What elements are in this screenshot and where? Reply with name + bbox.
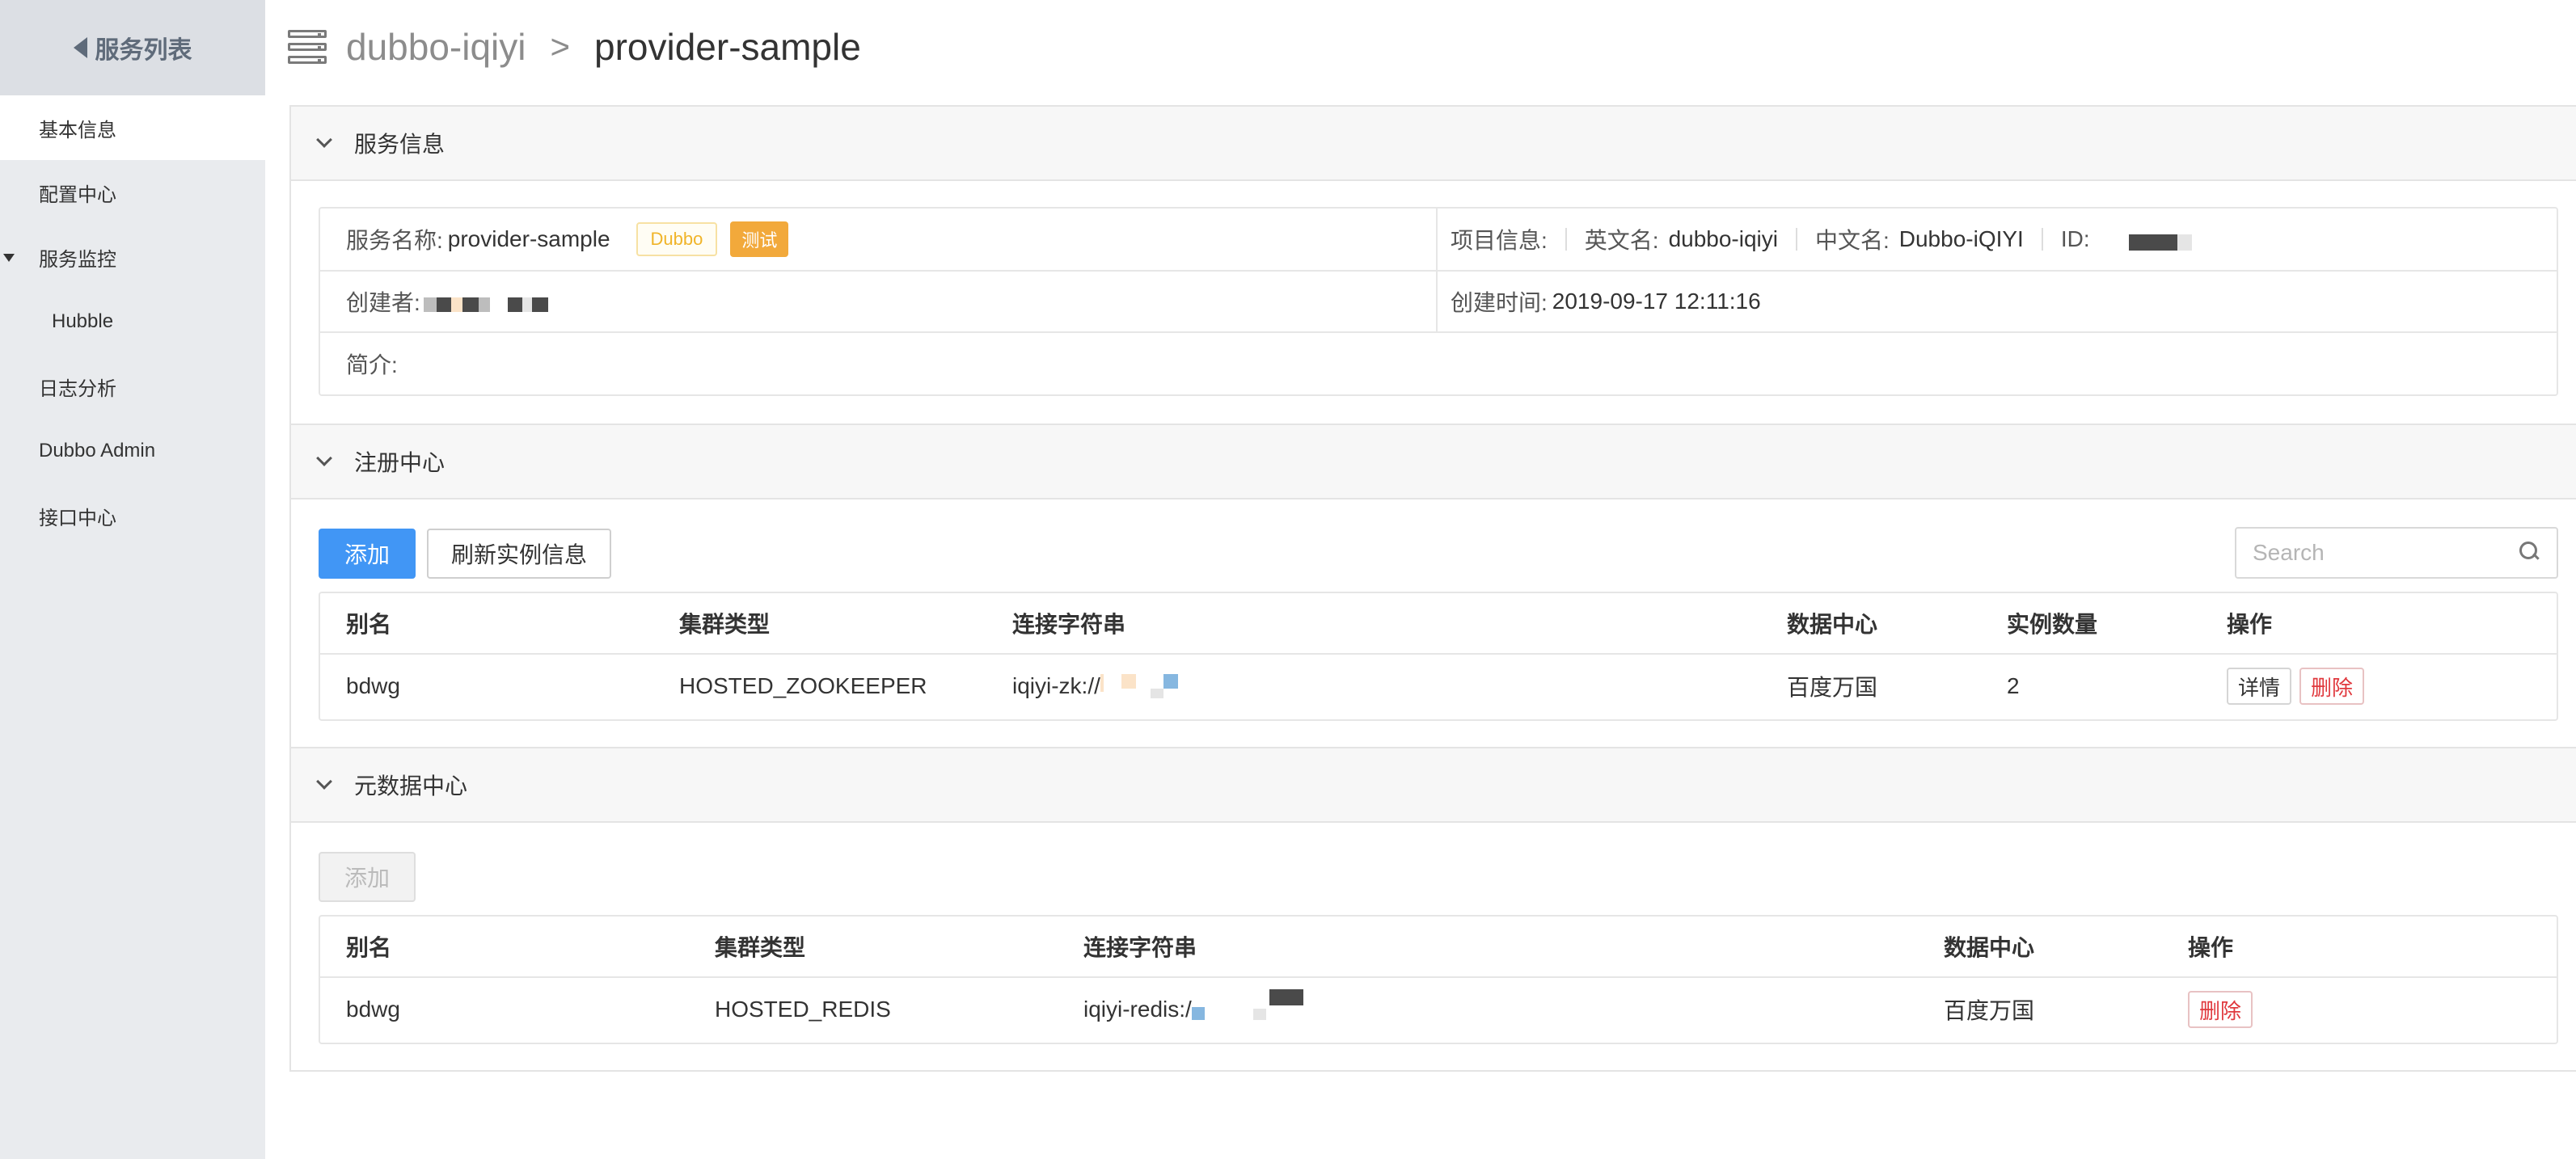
service-name-label: 服务名称: [346, 228, 443, 253]
sidebar-item-basic-info[interactable]: 基本信息 [0, 95, 265, 160]
metadata-add-button[interactable]: 添加 [319, 852, 416, 902]
cn-name-value: Dubbo-iQIYI [1898, 226, 2024, 251]
column-header: 操作 [2227, 612, 2273, 637]
cluster-type-cell: HOSTED_ZOOKEEPER [679, 673, 927, 698]
chevron-down-icon [316, 450, 332, 466]
connection-string-cell: iqiyi-zk:// [1012, 673, 1178, 699]
sidebar-item-label: 服务监控 [39, 248, 116, 271]
sidebar: 服务列表 基本信息 配置中心 服务监控 Hubble 日志分析 Dubbo Ad… [0, 0, 265, 1159]
server-icon [288, 30, 327, 64]
column-header: 实例数量 [2007, 612, 2098, 637]
section-title: 元数据中心 [354, 773, 468, 799]
actions-cell: 详情 删除 [2227, 668, 2372, 705]
sidebar-item-service-monitor[interactable]: 服务监控 [0, 225, 265, 289]
table-header: 别名 集群类型 连接字符串 数据中心 操作 [320, 917, 2557, 978]
column-header: 数据中心 [1787, 612, 1878, 637]
table-row: bdwg HOSTED_ZOOKEEPER iqiyi-zk:// 百度万国 2… [320, 655, 2557, 718]
creator-redacted [420, 297, 548, 312]
service-info-header[interactable]: 服务信息 [291, 107, 2576, 181]
column-header: 集群类型 [679, 612, 771, 637]
divider [1565, 228, 1567, 251]
delete-button[interactable]: 删除 [2188, 991, 2253, 1028]
sidebar-item-interface-center[interactable]: 接口中心 [0, 483, 265, 548]
id-label: ID: [2060, 226, 2090, 251]
refresh-instances-button[interactable]: 刷新实例信息 [427, 529, 612, 579]
sidebar-item-dubbo-admin[interactable]: Dubbo Admin [0, 419, 265, 483]
connection-string: iqiyi-redis:/ [1083, 997, 1192, 1022]
caret-down-icon [3, 254, 15, 262]
column-header: 数据中心 [1944, 935, 2035, 960]
registry-section: 注册中心 添加 刷新实例信息 别名 集群类型 连接字符串 数据中心 实例数量 操… [289, 424, 2576, 748]
intro-label: 简介: [346, 352, 398, 377]
sidebar-item-label: 配置中心 [39, 183, 116, 206]
service-name-value: provider-sample [447, 226, 610, 251]
column-header: 连接字符串 [1083, 935, 1197, 960]
search-icon[interactable] [2519, 542, 2539, 561]
divider [2041, 228, 2043, 251]
search-input[interactable] [2253, 540, 2495, 566]
cluster-type-cell: HOSTED_REDIS [715, 997, 891, 1022]
created-time-label: 创建时间: [1451, 290, 1548, 315]
column-header: 集群类型 [715, 935, 806, 960]
section-title: 服务信息 [354, 132, 446, 157]
caret-left-icon [73, 37, 87, 58]
creator-label: 创建者: [346, 290, 420, 315]
alias-cell: bdwg [346, 673, 400, 698]
column-header: 别名 [346, 612, 392, 637]
breadcrumb: dubbo-iqiyi > provider-sample [288, 23, 861, 71]
alias-cell: bdwg [346, 997, 400, 1022]
metadata-header[interactable]: 元数据中心 [291, 748, 2576, 823]
sidebar-item-log-analysis[interactable]: 日志分析 [0, 354, 265, 419]
detail-button[interactable]: 详情 [2227, 668, 2292, 705]
chevron-down-icon [316, 132, 332, 148]
breadcrumb-separator: > [550, 27, 571, 65]
metadata-table: 别名 集群类型 连接字符串 数据中心 操作 bdwg HOSTED_REDIS … [319, 915, 2558, 1044]
datacenter-cell: 百度万国 [1944, 998, 2035, 1023]
connection-string-cell: iqiyi-redis:/ [1083, 989, 1303, 1022]
en-name-label: 英文名: [1584, 228, 1659, 253]
section-title: 注册中心 [354, 450, 446, 475]
table-header: 别名 集群类型 连接字符串 数据中心 实例数量 操作 [320, 593, 2557, 655]
connection-redacted [1191, 989, 1303, 1020]
page-title: provider-sample [594, 26, 861, 68]
en-name-value: dubbo-iqiyi [1668, 226, 1778, 251]
service-info-section: 服务信息 服务名称: provider-sample Dubbo 测试 项目信息… [289, 105, 2576, 425]
metadata-section: 元数据中心 添加 别名 集群类型 连接字符串 数据中心 操作 bdwg HOST… [289, 747, 2576, 1072]
breadcrumb-project[interactable]: dubbo-iqiyi [346, 25, 526, 69]
datacenter-cell: 百度万国 [1787, 675, 1878, 700]
id-redacted [2126, 234, 2192, 251]
connection-string: iqiyi-zk:// [1012, 673, 1100, 698]
sidebar-item-label: Hubble [52, 310, 114, 332]
actions-cell: 删除 [2188, 991, 2261, 1028]
sidebar-item-label: 基本信息 [39, 119, 116, 141]
back-to-service-list[interactable]: 服务列表 [0, 0, 265, 95]
registry-table: 别名 集群类型 连接字符串 数据中心 实例数量 操作 bdwg HOSTED_Z… [319, 592, 2558, 721]
project-info-label: 项目信息: [1451, 228, 1548, 253]
service-info-card: 服务名称: provider-sample Dubbo 测试 项目信息: 英文名… [319, 207, 2558, 396]
back-label: 服务列表 [95, 37, 192, 64]
sidebar-item-label: 接口中心 [39, 507, 116, 529]
registry-add-button[interactable]: 添加 [319, 529, 416, 579]
table-row: bdwg HOSTED_REDIS iqiyi-redis:/ 百度万国 删除 [320, 978, 2557, 1041]
sidebar-item-label: Dubbo Admin [39, 440, 156, 461]
sidebar-item-hubble[interactable]: Hubble [0, 289, 265, 354]
column-header: 别名 [346, 935, 392, 960]
search-field[interactable] [2235, 527, 2558, 579]
divider [1795, 228, 1797, 251]
registry-header[interactable]: 注册中心 [291, 425, 2576, 499]
cn-name-label: 中文名: [1814, 228, 1890, 253]
sidebar-item-label: 日志分析 [39, 377, 116, 400]
column-header: 连接字符串 [1012, 612, 1126, 637]
env-tag: 测试 [730, 221, 789, 257]
sidebar-item-config-center[interactable]: 配置中心 [0, 160, 265, 225]
instance-count-cell: 2 [2007, 673, 2020, 698]
column-header: 操作 [2188, 935, 2234, 960]
created-time-value: 2019-09-17 12:11:16 [1552, 289, 1761, 314]
delete-button[interactable]: 删除 [2299, 668, 2365, 705]
connection-redacted [1100, 674, 1178, 698]
chevron-down-icon [316, 773, 332, 790]
framework-tag: Dubbo [636, 222, 718, 256]
